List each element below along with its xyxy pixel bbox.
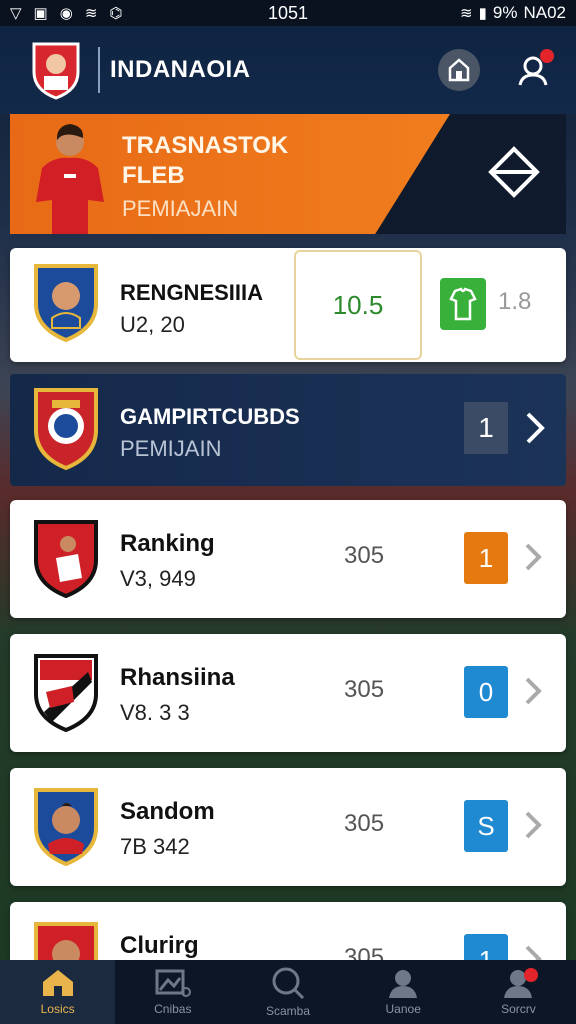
club-league: PEMIJAIN — [120, 436, 222, 461]
wifi-strength-icon: ≋ — [460, 4, 473, 22]
shirt-icon — [449, 287, 477, 321]
nav-label: Losics — [40, 1002, 75, 1016]
chevron-right-icon[interactable] — [524, 542, 542, 572]
ranking-row[interactable]: Rhansiina V8. 3 3 305 0 — [10, 634, 566, 752]
ranking-sub: V3, 949 — [120, 566, 196, 591]
house-icon — [448, 58, 470, 82]
alarm-icon: ◉ — [59, 4, 73, 22]
nfc-icon: ⌬ — [109, 4, 123, 22]
green-badge[interactable] — [440, 278, 486, 330]
ranking-crest-icon — [34, 520, 98, 598]
team-logo-icon — [32, 42, 80, 100]
cell-signal-icon: ▮ — [478, 4, 487, 22]
ranking-badge: 0 — [464, 666, 508, 718]
ranking-name: Ranking — [120, 530, 215, 557]
ranking-score: 305 — [344, 676, 385, 703]
nav-label: Uanoe — [385, 1002, 421, 1016]
app-header: INDANAOIA — [0, 26, 576, 114]
ranking-name: Clurirg — [120, 932, 199, 959]
featured-team-name: RENGNESIIIA — [120, 280, 264, 305]
notification-dot — [524, 968, 539, 982]
featured-match-card[interactable]: RENGNESIIIA U2, 20 10.5 1.8 — [10, 248, 566, 362]
chevron-right-icon[interactable] — [524, 676, 542, 706]
club-banner[interactable]: GAMPIRTCUBDS PEMIJAIN 1 — [10, 374, 566, 486]
wifi-icon: ≋ — [84, 4, 98, 22]
nav-search[interactable]: Scamba — [230, 960, 345, 1024]
ranking-score: 305 — [344, 810, 385, 837]
nav-label: Cnibas — [154, 1002, 192, 1016]
diamond-icon[interactable] — [488, 146, 540, 198]
featured-team-sub: U2, 20 — [120, 312, 185, 337]
promo-league: PEMIAJAIN — [122, 196, 239, 221]
notification-dot — [540, 49, 554, 63]
status-time: 1051 — [267, 2, 309, 23]
header-divider — [98, 47, 100, 93]
home-button[interactable] — [438, 49, 480, 91]
ranking-name: Sandom — [120, 798, 215, 825]
featured-crest-icon — [34, 264, 98, 342]
nav-profile[interactable]: Sorcrv — [461, 960, 576, 1024]
ranking-score: 305 — [344, 542, 385, 569]
ranking-row[interactable]: Sandom 7B 342 305 S — [10, 768, 566, 886]
message-icon: ▣ — [33, 4, 48, 22]
ranking-sub: V8. 3 3 — [120, 700, 190, 725]
ranking-crest-icon — [34, 788, 98, 866]
promo-title: TRASNASTOK — [122, 132, 289, 159]
ranking-badge: 1 — [464, 532, 508, 584]
gallery-icon — [155, 969, 191, 997]
status-bar: ▽ ▣ ◉ ≋ ⌬ 1051 ≋ ▮ 9% NA02 — [0, 0, 576, 26]
odds-box[interactable]: 10.5 — [294, 250, 422, 360]
club-crest-icon — [34, 388, 98, 470]
club-name: GAMPIRTCUBDS — [120, 404, 300, 429]
nav-home[interactable]: Losics — [0, 960, 116, 1024]
ranking-crest-icon — [34, 654, 98, 732]
nav-label: Scamba — [265, 1004, 311, 1018]
chevron-right-icon[interactable] — [524, 410, 546, 446]
home-icon — [42, 970, 73, 996]
ranking-badge: S — [464, 800, 508, 852]
odds-alt-value: 1.8 — [498, 288, 532, 315]
carrier-label: NA02 — [523, 3, 566, 22]
battery-percent: 9% — [492, 3, 518, 22]
bottom-nav: Losics Cnibas Scamba Uanoe Sorcrv — [0, 960, 576, 1024]
nav-user[interactable]: Uanoe — [346, 960, 461, 1024]
ranking-row[interactable]: Ranking V3, 949 305 1 — [10, 500, 566, 618]
nav-gallery[interactable]: Cnibas — [115, 960, 230, 1024]
user-icon — [389, 970, 418, 998]
promo-subtitle: FLEB — [122, 162, 185, 189]
profile-button[interactable] — [512, 49, 554, 91]
ranking-sub: 7B 342 — [120, 834, 190, 859]
ranking-name: Rhansiina — [120, 664, 235, 691]
signal-triangle-icon: ▽ — [10, 4, 22, 22]
app-title: INDANAOIA — [110, 56, 251, 83]
club-count-badge: 1 — [464, 402, 508, 454]
nav-label: Sorcrv — [501, 1002, 536, 1016]
promo-banner[interactable]: TRASNASTOK FLEB PEMIAJAIN — [10, 114, 566, 234]
chevron-right-icon[interactable] — [524, 810, 542, 840]
player-image — [36, 124, 104, 234]
search-icon — [272, 967, 305, 1000]
odds-value: 10.5 — [332, 289, 384, 320]
